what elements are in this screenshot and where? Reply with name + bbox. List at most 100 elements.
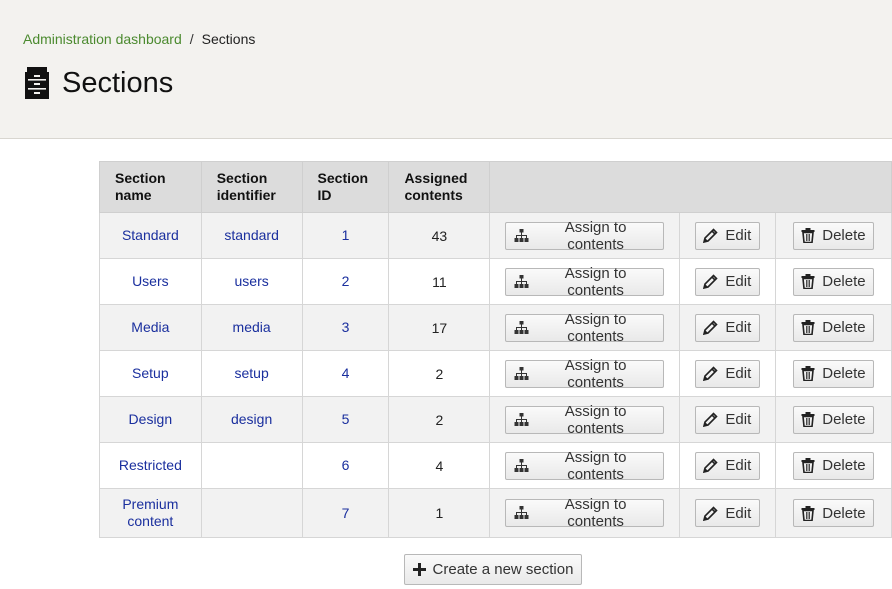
- cell-assign-action: Assign to contents: [489, 258, 680, 305]
- table-row: Restricted 6 4 Assign to contents Edit Delete: [99, 442, 892, 489]
- table-row: Users users 2 11 Assign to contents Edit Delet…: [99, 258, 892, 305]
- cell-section-name: Setup: [99, 350, 202, 397]
- table-row: Design design 5 2 Assign to contents Edit Dele…: [99, 396, 892, 443]
- edit-button[interactable]: Edit: [694, 499, 760, 527]
- cell-assign-action: Assign to contents: [489, 212, 680, 259]
- cell-edit-action: Edit: [678, 488, 776, 538]
- trash-icon: [801, 274, 815, 289]
- assign-to-contents-button[interactable]: Assign to contents: [505, 496, 665, 530]
- breadcrumb-separator: /: [189, 31, 194, 47]
- assign-to-contents-label: Assign to contents: [564, 310, 627, 345]
- cell-section-id: 3: [301, 304, 390, 351]
- trash-icon: [801, 458, 815, 473]
- sitemap-icon: [514, 458, 529, 473]
- section-identifier-link[interactable]: standard: [224, 227, 278, 243]
- cell-section-identifier: media: [200, 304, 303, 351]
- cell-section-identifier: [200, 488, 303, 538]
- trash-icon: [801, 320, 815, 335]
- cell-delete-action: Delete: [774, 258, 892, 305]
- assign-to-contents-button[interactable]: Assign to contents: [505, 448, 665, 483]
- assign-to-contents-button[interactable]: Assign to contents: [505, 357, 665, 391]
- cell-section-identifier: standard: [200, 212, 303, 259]
- pencil-icon: [703, 505, 719, 521]
- page-title: Sections: [62, 67, 174, 99]
- section-id-link[interactable]: 1: [342, 227, 350, 243]
- section-id-link[interactable]: 3: [342, 319, 350, 335]
- cell-edit-action: Edit: [678, 396, 776, 443]
- table-row: Setup setup 4 2 Assign to contents Edit Delete: [99, 350, 892, 397]
- column-header-actions: [489, 161, 892, 213]
- delete-button[interactable]: Delete: [792, 313, 874, 342]
- section-name-link[interactable]: Setup: [132, 365, 169, 381]
- assign-to-contents-button[interactable]: Assign to contents: [505, 403, 665, 437]
- section-identifier-link[interactable]: media: [233, 319, 271, 335]
- create-section-button[interactable]: Create a new section: [404, 554, 582, 585]
- delete-label: Delete: [822, 227, 866, 244]
- edit-label: Edit: [725, 365, 752, 382]
- cell-assign-action: Assign to contents: [489, 488, 680, 538]
- delete-button[interactable]: Delete: [792, 499, 874, 527]
- section-id-link[interactable]: 7: [342, 505, 350, 521]
- assign-to-contents-button[interactable]: Assign to contents: [505, 310, 665, 345]
- edit-button[interactable]: Edit: [694, 451, 760, 480]
- delete-button[interactable]: Delete: [792, 405, 874, 434]
- section-name-link[interactable]: Media: [131, 319, 169, 335]
- column-header-section-identifier[interactable]: Section identifier: [200, 161, 303, 213]
- cell-assign-action: Assign to contents: [489, 350, 680, 397]
- section-name-link[interactable]: Standard: [122, 227, 179, 243]
- pencil-icon: [703, 320, 719, 335]
- cell-assigned-contents: 43: [388, 212, 491, 259]
- column-header-assigned-contents[interactable]: Assigned contents: [388, 161, 491, 213]
- title-row: Sections: [25, 66, 173, 99]
- trash-icon: [801, 412, 815, 427]
- assign-to-contents-button[interactable]: Assign to contents: [505, 219, 665, 253]
- section-identifier-link[interactable]: users: [235, 273, 269, 289]
- section-identifier-link[interactable]: design: [231, 411, 272, 427]
- assign-to-contents-label: Assign to contents: [564, 448, 627, 483]
- table-header-row: Section name Section identifier Section …: [99, 161, 892, 213]
- cell-delete-action: Delete: [774, 350, 892, 397]
- edit-button[interactable]: Edit: [694, 359, 760, 388]
- section-name-link[interactable]: Restricted: [119, 457, 182, 473]
- cell-edit-action: Edit: [678, 258, 776, 305]
- section-identifier-link[interactable]: setup: [234, 365, 268, 381]
- trash-icon: [801, 228, 815, 243]
- cell-section-name: Restricted: [99, 442, 202, 489]
- edit-button[interactable]: Edit: [694, 267, 760, 296]
- delete-label: Delete: [822, 411, 866, 428]
- create-section-label: Create a new section: [432, 561, 574, 578]
- table-row: Standard standard 1 43 Assign to contents Edi…: [99, 212, 892, 259]
- trash-icon: [801, 366, 815, 381]
- cell-assigned-contents: 11: [388, 258, 491, 305]
- cell-section-identifier: design: [200, 396, 303, 443]
- edit-button[interactable]: Edit: [694, 313, 760, 342]
- assign-to-contents-button[interactable]: Assign to contents: [505, 265, 665, 299]
- edit-button[interactable]: Edit: [694, 221, 760, 250]
- delete-button[interactable]: Delete: [792, 451, 874, 480]
- breadcrumb-link-dashboard[interactable]: Administration dashboard: [23, 31, 182, 47]
- cell-section-id: 4: [301, 350, 390, 397]
- section-id-link[interactable]: 6: [342, 457, 350, 473]
- delete-button[interactable]: Delete: [792, 359, 874, 388]
- cell-assigned-contents: 2: [388, 396, 491, 443]
- cell-assign-action: Assign to contents: [489, 396, 680, 443]
- section-name-link[interactable]: Users: [132, 273, 169, 289]
- cell-section-id: 1: [301, 212, 390, 259]
- section-id-link[interactable]: 5: [342, 411, 350, 427]
- page-header: Administration dashboard / Sections Sectio…: [0, 0, 892, 139]
- table-row: Premium content 7 1 Assign to contents Edit D…: [99, 488, 892, 538]
- section-name-link[interactable]: Design: [129, 411, 173, 427]
- edit-button[interactable]: Edit: [694, 405, 760, 434]
- section-name-link[interactable]: Premium content: [122, 496, 178, 529]
- edit-label: Edit: [725, 411, 752, 428]
- edit-label: Edit: [725, 504, 752, 522]
- section-id-link[interactable]: 2: [342, 273, 350, 289]
- pencil-icon: [703, 274, 719, 289]
- cell-section-identifier: [200, 442, 303, 489]
- section-id-link[interactable]: 4: [342, 365, 350, 381]
- column-header-section-name[interactable]: Section name: [99, 161, 202, 213]
- cell-edit-action: Edit: [678, 212, 776, 259]
- delete-button[interactable]: Delete: [792, 221, 874, 250]
- delete-button[interactable]: Delete: [792, 267, 874, 296]
- column-header-section-id[interactable]: Section ID: [301, 161, 390, 213]
